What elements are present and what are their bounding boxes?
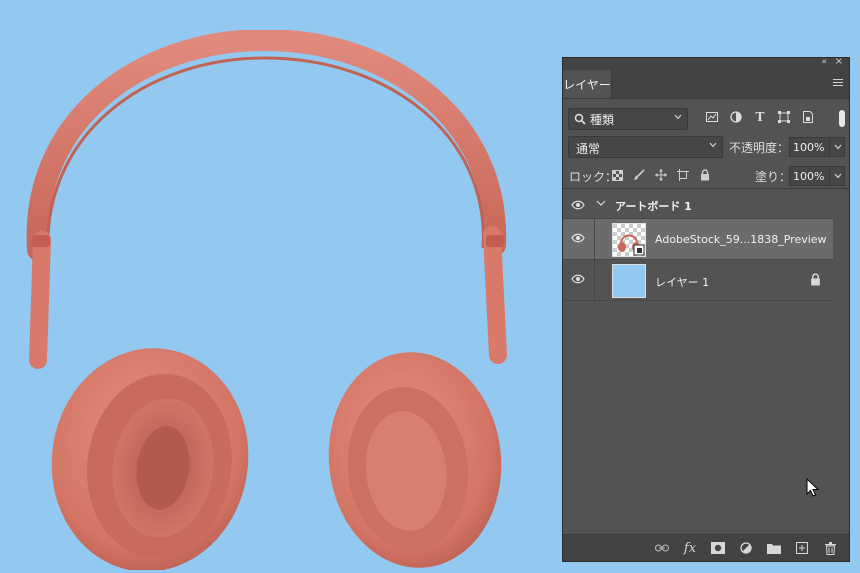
lock-all-icon[interactable] bbox=[697, 167, 713, 183]
search-icon bbox=[574, 113, 586, 125]
headphones-image bbox=[26, 30, 507, 570]
folder-icon[interactable] bbox=[765, 539, 783, 557]
lock-artboard-nesting-icon[interactable] bbox=[675, 167, 691, 183]
filter-shape-layer-icon[interactable] bbox=[776, 109, 792, 125]
filter-type-layer-icon[interactable]: T bbox=[752, 109, 768, 125]
mouse-cursor-icon bbox=[806, 478, 820, 497]
layer-name: レイヤー 1 bbox=[655, 276, 710, 289]
lock-image-pixels-icon[interactable] bbox=[631, 167, 647, 183]
new-layer-icon[interactable] bbox=[793, 539, 811, 557]
filter-smart-object-icon[interactable] bbox=[800, 109, 816, 125]
fill-label: 塗り： bbox=[755, 170, 792, 184]
lock-row: ロック： 塗り： 100% bbox=[563, 164, 849, 189]
chevron-down-icon[interactable] bbox=[596, 198, 606, 208]
eye-icon[interactable] bbox=[571, 274, 585, 284]
eye-icon[interactable] bbox=[571, 200, 585, 210]
blend-row: 通常 不透明度： 100% bbox=[563, 134, 849, 160]
fill-field[interactable]: 100% bbox=[789, 166, 830, 186]
eye-icon[interactable] bbox=[571, 233, 585, 243]
opacity-value: 100% bbox=[793, 140, 825, 154]
tab-layers-label: レイヤー bbox=[563, 77, 611, 92]
fill-value: 100% bbox=[793, 169, 825, 183]
blend-mode-select[interactable]: 通常 bbox=[568, 136, 723, 158]
fill-dropdown-button[interactable] bbox=[829, 166, 845, 186]
fx-layer-style-icon[interactable]: fx bbox=[681, 539, 699, 557]
blend-mode-value: 通常 bbox=[576, 142, 601, 156]
panel-tab-row: レイヤー bbox=[563, 70, 849, 99]
chevron-down-icon bbox=[709, 142, 717, 148]
filter-row: 種類 T bbox=[563, 106, 849, 132]
filter-adjustment-layer-icon[interactable] bbox=[728, 109, 744, 125]
layer-name: アートボード 1 bbox=[615, 200, 692, 213]
adjustment-layer-icon[interactable] bbox=[737, 539, 755, 557]
collapse-panel-icon[interactable]: « bbox=[821, 57, 827, 67]
layer-thumbnail bbox=[612, 264, 646, 298]
opacity-field[interactable]: 100% bbox=[789, 137, 830, 157]
opacity-dropdown-button[interactable] bbox=[829, 137, 845, 157]
lock-icon bbox=[811, 273, 820, 286]
layer-name: AdobeStock_59...1838_Preview bbox=[655, 233, 827, 246]
chevron-down-icon bbox=[834, 173, 842, 179]
trash-icon[interactable] bbox=[821, 539, 839, 557]
panel-scrollbar[interactable] bbox=[833, 192, 849, 526]
filter-toggle-switch[interactable] bbox=[839, 110, 845, 127]
layer-row-pixel[interactable]: レイヤー 1 bbox=[563, 260, 833, 301]
lock-position-icon[interactable] bbox=[653, 167, 669, 183]
layers-list: アートボード 1 AdobeStock_59...1838_Preview レイ… bbox=[563, 192, 833, 301]
chevron-down-icon bbox=[674, 114, 682, 120]
layer-row-smart-object[interactable]: AdobeStock_59...1838_Preview bbox=[563, 219, 833, 260]
filter-kind-select[interactable]: 種類 bbox=[568, 108, 688, 130]
opacity-label: 不透明度： bbox=[729, 141, 790, 155]
link-layers-icon[interactable] bbox=[653, 539, 671, 557]
panel-menu-icon[interactable] bbox=[833, 79, 843, 87]
add-mask-icon[interactable] bbox=[709, 539, 727, 557]
filter-pixel-layer-icon[interactable] bbox=[704, 109, 720, 125]
lock-transparent-pixels-icon[interactable] bbox=[609, 167, 625, 183]
layer-thumbnail bbox=[612, 223, 646, 257]
panel-bottom-toolbar: fx bbox=[563, 534, 849, 561]
chevron-down-icon bbox=[834, 144, 842, 150]
close-icon[interactable]: × bbox=[835, 56, 843, 67]
layer-row-artboard[interactable]: アートボード 1 bbox=[563, 192, 833, 219]
panel-title-bar[interactable]: « × bbox=[563, 56, 849, 70]
tab-layers[interactable]: レイヤー bbox=[563, 70, 612, 98]
filter-kind-value: 種類 bbox=[590, 112, 615, 127]
